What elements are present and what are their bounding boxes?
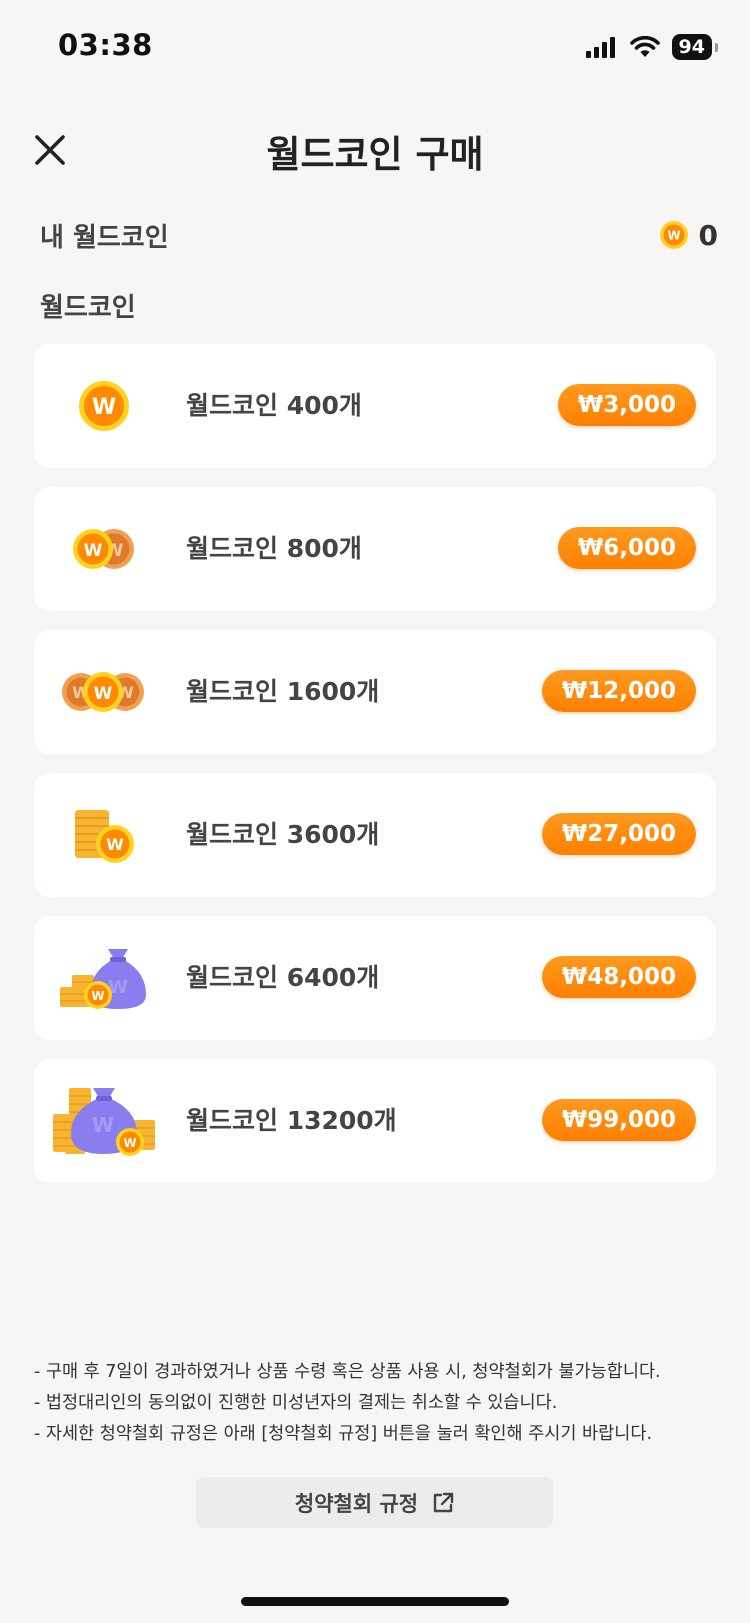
coin-icon: W bbox=[659, 221, 688, 249]
coin-bag-icon: W W bbox=[44, 916, 164, 1040]
svg-text:W: W bbox=[92, 395, 116, 420]
product-list: W 월드코인 400개 ₩3,000 W W 월드코인 800개 ₩6,000 … bbox=[34, 344, 716, 1202]
product-name: 월드코인 400개 bbox=[186, 391, 362, 420]
refund-policy-button[interactable]: 청약철회 규정 bbox=[196, 1477, 553, 1528]
battery-indicator: 94 bbox=[671, 34, 719, 60]
svg-text:W: W bbox=[94, 684, 113, 704]
wifi-icon bbox=[629, 36, 660, 57]
product-card-6400[interactable]: W W 월드코인 6400개 ₩48,000 bbox=[34, 916, 716, 1040]
external-link-icon bbox=[433, 1492, 454, 1512]
svg-text:W: W bbox=[84, 541, 103, 561]
single-coin-icon: W bbox=[44, 344, 164, 468]
product-card-3600[interactable]: W 월드코인 3600개 ₩27,000 bbox=[34, 773, 716, 897]
my-coin-row: 내 월드코인 W 0 bbox=[40, 212, 718, 258]
notice-line: - 구매 후 7일이 경과하였거나 상품 수령 혹은 상품 사용 시, 청약철회… bbox=[34, 1362, 661, 1382]
product-card-13200[interactable]: W W 월드코인 13200개 ₩99,000 bbox=[34, 1059, 716, 1183]
price-button[interactable]: ₩3,000 bbox=[557, 384, 696, 426]
header: 월드코인 구매 bbox=[0, 110, 750, 190]
status-bar: 03:38 94 bbox=[0, 0, 750, 90]
svg-text:W: W bbox=[123, 1136, 136, 1150]
refund-policy-label: 청약철회 규정 bbox=[294, 1491, 419, 1516]
price-button[interactable]: ₩48,000 bbox=[541, 956, 696, 998]
signal-icon bbox=[585, 37, 615, 58]
section-label: 월드코인 bbox=[40, 293, 136, 323]
product-name: 월드코인 13200개 bbox=[186, 1106, 397, 1135]
three-coins-icon: W W W bbox=[44, 630, 164, 754]
product-name: 월드코인 800개 bbox=[186, 534, 362, 563]
notice-line: - 법정대리인의 동의없이 진행한 미성년자의 결제는 취소할 수 있습니다. bbox=[34, 1393, 558, 1413]
notice-line: - 자세한 청약철회 규정은 아래 [청약철회 규정] 버튼을 눌러 확인해 주… bbox=[34, 1424, 653, 1444]
coin-stack-icon: W bbox=[44, 773, 164, 897]
product-card-1600[interactable]: W W W 월드코인 1600개 ₩12,000 bbox=[34, 630, 716, 754]
refund-notice: - 구매 후 7일이 경과하였거나 상품 수령 혹은 상품 사용 시, 청약철회… bbox=[34, 1357, 724, 1450]
status-icons: 94 bbox=[585, 34, 719, 60]
product-name: 월드코인 1600개 bbox=[186, 677, 380, 706]
product-card-400[interactable]: W 월드코인 400개 ₩3,000 bbox=[34, 344, 716, 468]
svg-text:W: W bbox=[91, 989, 104, 1003]
my-coin-value: 0 bbox=[698, 218, 718, 252]
svg-text:W: W bbox=[92, 1113, 114, 1137]
status-time: 03:38 bbox=[58, 28, 153, 62]
home-indicator bbox=[241, 1597, 509, 1606]
product-name: 월드코인 6400개 bbox=[186, 963, 380, 992]
price-button[interactable]: ₩6,000 bbox=[557, 527, 696, 569]
price-button[interactable]: ₩99,000 bbox=[541, 1099, 696, 1141]
my-coin-balance: W 0 bbox=[659, 219, 718, 252]
product-card-800[interactable]: W W 월드코인 800개 ₩6,000 bbox=[34, 487, 716, 611]
svg-text:W: W bbox=[667, 229, 680, 243]
page-title: 월드코인 구매 bbox=[266, 133, 484, 176]
price-button[interactable]: ₩12,000 bbox=[541, 670, 696, 712]
svg-text:W: W bbox=[106, 835, 124, 854]
product-name: 월드코인 3600개 bbox=[186, 820, 380, 849]
price-button[interactable]: ₩27,000 bbox=[541, 813, 696, 855]
my-coin-label: 내 월드코인 bbox=[40, 222, 169, 253]
large-coin-bag-icon: W W bbox=[44, 1059, 164, 1183]
two-coins-icon: W W bbox=[44, 487, 164, 611]
